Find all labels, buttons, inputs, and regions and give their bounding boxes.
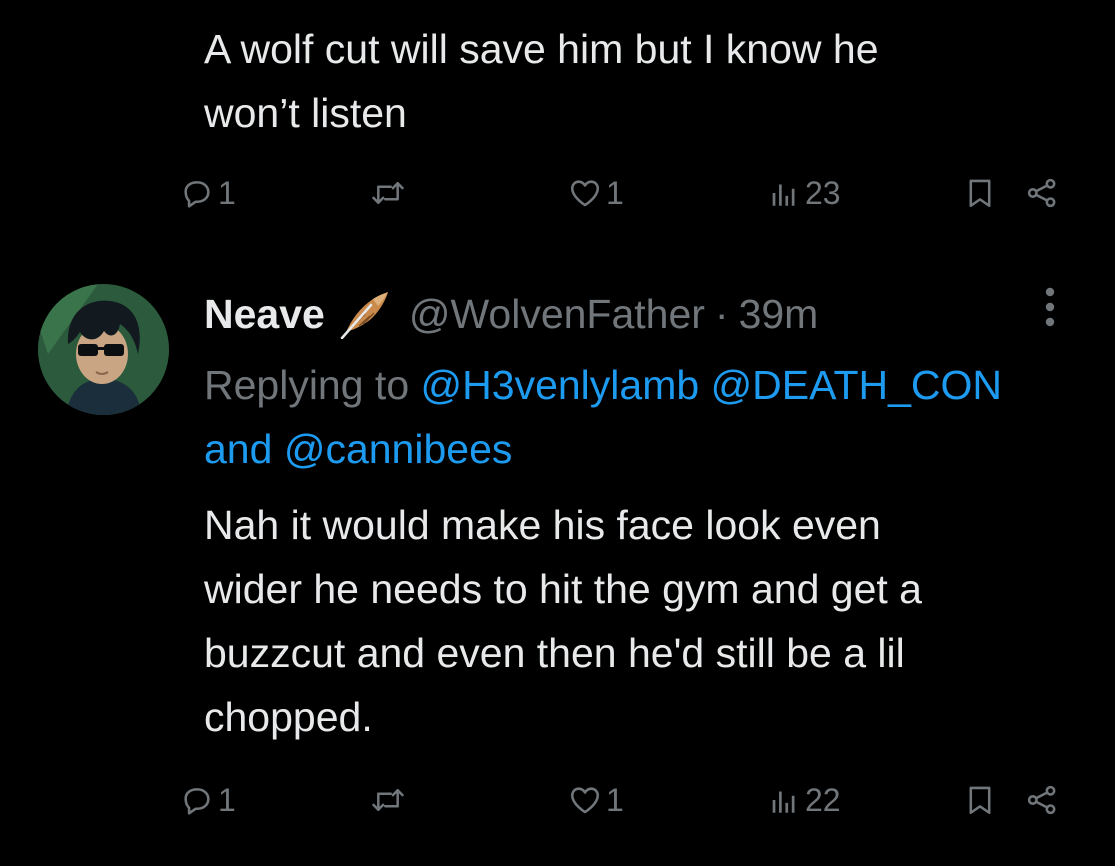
replying-and[interactable]: and bbox=[204, 426, 272, 472]
views-button[interactable]: 23 bbox=[767, 173, 841, 213]
retweet-button[interactable] bbox=[370, 780, 410, 820]
mention-link[interactable]: @DEATH_CON bbox=[711, 362, 1002, 408]
share-button[interactable] bbox=[1025, 780, 1059, 820]
heart-icon bbox=[568, 783, 602, 817]
bookmark-button[interactable] bbox=[963, 780, 997, 820]
heart-icon bbox=[568, 176, 602, 210]
retweet-icon bbox=[370, 783, 406, 817]
more-icon bbox=[1042, 285, 1058, 334]
reply-count: 1 bbox=[218, 174, 236, 211]
bookmark-icon bbox=[963, 176, 997, 210]
reply-button[interactable]: 1 bbox=[180, 780, 236, 820]
like-button[interactable]: 1 bbox=[568, 780, 624, 820]
share-button[interactable] bbox=[1025, 173, 1059, 213]
user-handle[interactable]: @WolvenFather bbox=[409, 291, 705, 338]
mention-link[interactable]: @cannibees bbox=[284, 426, 513, 472]
mention-link[interactable]: @H3venlylamb bbox=[421, 362, 700, 408]
bookmark-icon bbox=[963, 783, 997, 817]
avatar[interactable] bbox=[38, 284, 169, 415]
more-options-button[interactable] bbox=[1030, 285, 1070, 333]
views-icon bbox=[767, 176, 801, 210]
tweet-action-bar: 1 1 23 bbox=[180, 173, 1080, 213]
views-count: 22 bbox=[805, 781, 841, 818]
views-icon bbox=[767, 783, 801, 817]
like-button[interactable]: 1 bbox=[568, 173, 624, 213]
like-count: 1 bbox=[606, 781, 624, 818]
bookmark-button[interactable] bbox=[963, 173, 997, 213]
like-count: 1 bbox=[606, 174, 624, 211]
timestamp[interactable]: 39m bbox=[739, 291, 819, 338]
replying-to: Replying to @H3venlylamb @DEATH_CON and … bbox=[204, 353, 1115, 481]
retweet-icon bbox=[370, 176, 406, 210]
reply-icon bbox=[180, 783, 214, 817]
share-icon bbox=[1025, 783, 1059, 817]
views-button[interactable]: 22 bbox=[767, 780, 841, 820]
tweet-action-bar: 1 1 22 bbox=[180, 780, 1080, 820]
retweet-button[interactable] bbox=[370, 173, 410, 213]
reply-button[interactable]: 1 bbox=[180, 173, 236, 213]
reply-count: 1 bbox=[218, 781, 236, 818]
reply-icon bbox=[180, 176, 214, 210]
tweet-header: Neave @WolvenFather · 39m bbox=[204, 285, 818, 343]
replying-prefix: Replying to bbox=[204, 362, 410, 408]
views-count: 23 bbox=[805, 174, 841, 211]
tweet-text: A wolf cut will save him but I know he w… bbox=[204, 26, 879, 136]
feather-icon bbox=[337, 289, 391, 339]
separator-dot: · bbox=[714, 290, 729, 337]
display-name[interactable]: Neave bbox=[204, 291, 325, 338]
share-icon bbox=[1025, 176, 1059, 210]
tweet-text: Nah it would make his face look even wid… bbox=[204, 502, 922, 740]
